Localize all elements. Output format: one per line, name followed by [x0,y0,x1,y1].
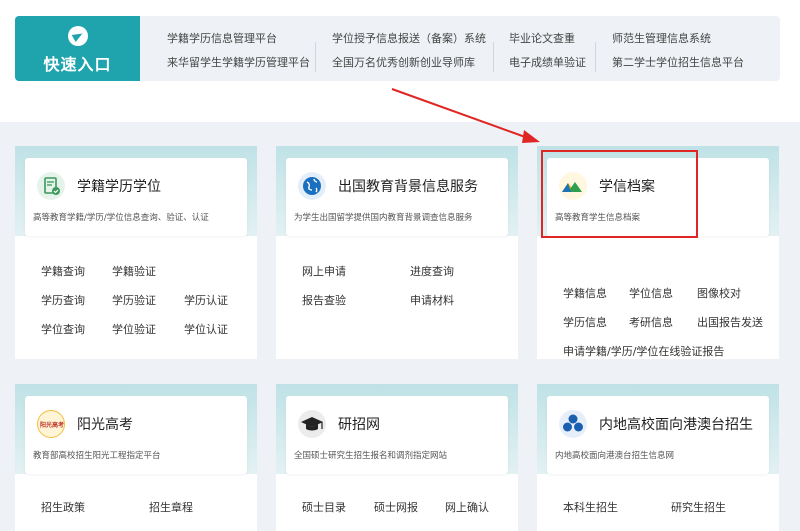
link-xueli-query[interactable]: 学历查询 [41,292,85,308]
link-xueli-verify[interactable]: 学历验证 [112,292,156,308]
link-xueji-query[interactable]: 学籍查询 [41,263,85,279]
card-header[interactable]: 内地高校面向港澳台招生 内地高校面向港澳台招生信息网 [547,396,769,474]
link-grad-admission[interactable]: 研究生招生 [671,499,726,515]
card-subtitle: 为学生出国留学提供国内教育背景调查信息服务 [294,213,473,223]
card-overseas-background: 出国教育背景信息服务 为学生出国留学提供国内教育背景调查信息服务 网上申请 进度… [276,146,518,359]
highlight-box [541,150,698,238]
card-xueji: 学籍学历学位 高等教育学籍/学历/学位信息查询、验证、认证 学籍查询 学籍验证 … [15,146,257,359]
link-xuewei-certify[interactable]: 学位认证 [184,321,228,337]
link-xueli-info[interactable]: 学历信息 [563,314,607,330]
card-header[interactable]: 阳光高考 阳光高考 教育部高校招生阳光工程指定平台 [25,396,247,474]
card-title: 出国教育背景信息服务 [338,179,478,195]
link-image-proofread[interactable]: 图像校对 [697,285,741,301]
paper-plane-icon [68,26,88,46]
quick-link-degree-report-system[interactable]: 学位授予信息报送（备案）系统 [332,30,486,46]
flower-icon [559,410,587,438]
link-xuewei-query[interactable]: 学位查询 [41,321,85,337]
card-header[interactable]: 学籍学历学位 高等教育学籍/学历/学位信息查询、验证、认证 [25,158,247,236]
card-header[interactable]: 研招网 全国硕士研究生招生报名和调剂指定网站 [286,396,508,474]
globe-icon [298,172,326,200]
link-xueji-verify[interactable]: 学籍验证 [112,263,156,279]
quick-link-second-bachelor-platform[interactable]: 第二学士学位招生信息平台 [612,54,744,70]
sunshine-logo-icon: 阳光高考 [37,410,65,438]
card-sunshine-gaokao: 阳光高考 阳光高考 教育部高校招生阳光工程指定平台 招生政策 招生章程 [15,384,257,531]
card-title: 研招网 [338,417,380,433]
card-yanzhao: 研招网 全国硕士研究生招生报名和调剂指定网站 硕士目录 硕士网报 网上确认 [276,384,518,531]
link-online-confirm[interactable]: 网上确认 [445,499,489,515]
link-xuewei-info[interactable]: 学位信息 [629,285,673,301]
quick-link-mentor-library[interactable]: 全国万名优秀创新创业导师库 [332,54,475,70]
document-check-icon [37,172,65,200]
link-xuewei-verify[interactable]: 学位验证 [112,321,156,337]
quick-entry-badge: 快速入口 [15,16,140,81]
card-title: 阳光高考 [77,417,133,433]
link-overseas-report-send[interactable]: 出国报告发送 [697,314,763,330]
divider [315,42,316,72]
link-xueji-info[interactable]: 学籍信息 [563,285,607,301]
logo-text: 阳光高考 [39,422,64,429]
link-admission-policy[interactable]: 招生政策 [41,499,85,515]
card-title: 学籍学历学位 [77,179,161,195]
link-online-verify-report[interactable]: 申请学籍/学历/学位在线验证报告 [563,343,724,359]
link-kaoyan-info[interactable]: 考研信息 [629,314,673,330]
card-subtitle: 教育部高校招生阳光工程指定平台 [33,451,161,461]
card-hk-macao-taiwan: 内地高校面向港澳台招生 内地高校面向港澳台招生信息网 本科生招生 研究生招生 [537,384,779,531]
divider [493,42,494,72]
link-progress-query[interactable]: 进度查询 [410,263,454,279]
card-title: 内地高校面向港澳台招生 [599,417,753,433]
link-master-catalog[interactable]: 硕士目录 [302,499,346,515]
link-online-apply[interactable]: 网上申请 [302,263,346,279]
link-xueli-certify[interactable]: 学历认证 [184,292,228,308]
link-admission-charter[interactable]: 招生章程 [149,499,193,515]
divider [595,42,596,72]
link-master-register[interactable]: 硕士网报 [374,499,418,515]
quick-entry-title: 快速入口 [43,55,112,74]
link-report-check[interactable]: 报告查验 [302,292,346,308]
link-undergrad-admission[interactable]: 本科生招生 [563,499,618,515]
card-header[interactable]: 出国教育背景信息服务 为学生出国留学提供国内教育背景调查信息服务 [286,158,508,236]
card-subtitle: 高等教育学籍/学历/学位信息查询、验证、认证 [33,213,209,223]
card-subtitle: 全国硕士研究生招生报名和调剂指定网站 [294,451,448,461]
link-apply-materials[interactable]: 申请材料 [410,292,454,308]
quick-link-normal-student-system[interactable]: 师范生管理信息系统 [612,30,711,46]
graduation-cap-icon [298,410,326,438]
quick-link-foreign-student-platform[interactable]: 来华留学生学籍学历管理平台 [167,54,310,70]
quick-entry-bar: 快速入口 学籍学历信息管理平台 来华留学生学籍学历管理平台 学位授予信息报送（备… [15,16,780,81]
card-subtitle: 内地高校面向港澳台招生信息网 [555,451,675,461]
quick-link-thesis-check[interactable]: 毕业论文查重 [509,30,575,46]
quick-link-xueji-platform[interactable]: 学籍学历信息管理平台 [167,30,277,46]
quick-link-transcript-verify[interactable]: 电子成绩单验证 [509,54,586,70]
